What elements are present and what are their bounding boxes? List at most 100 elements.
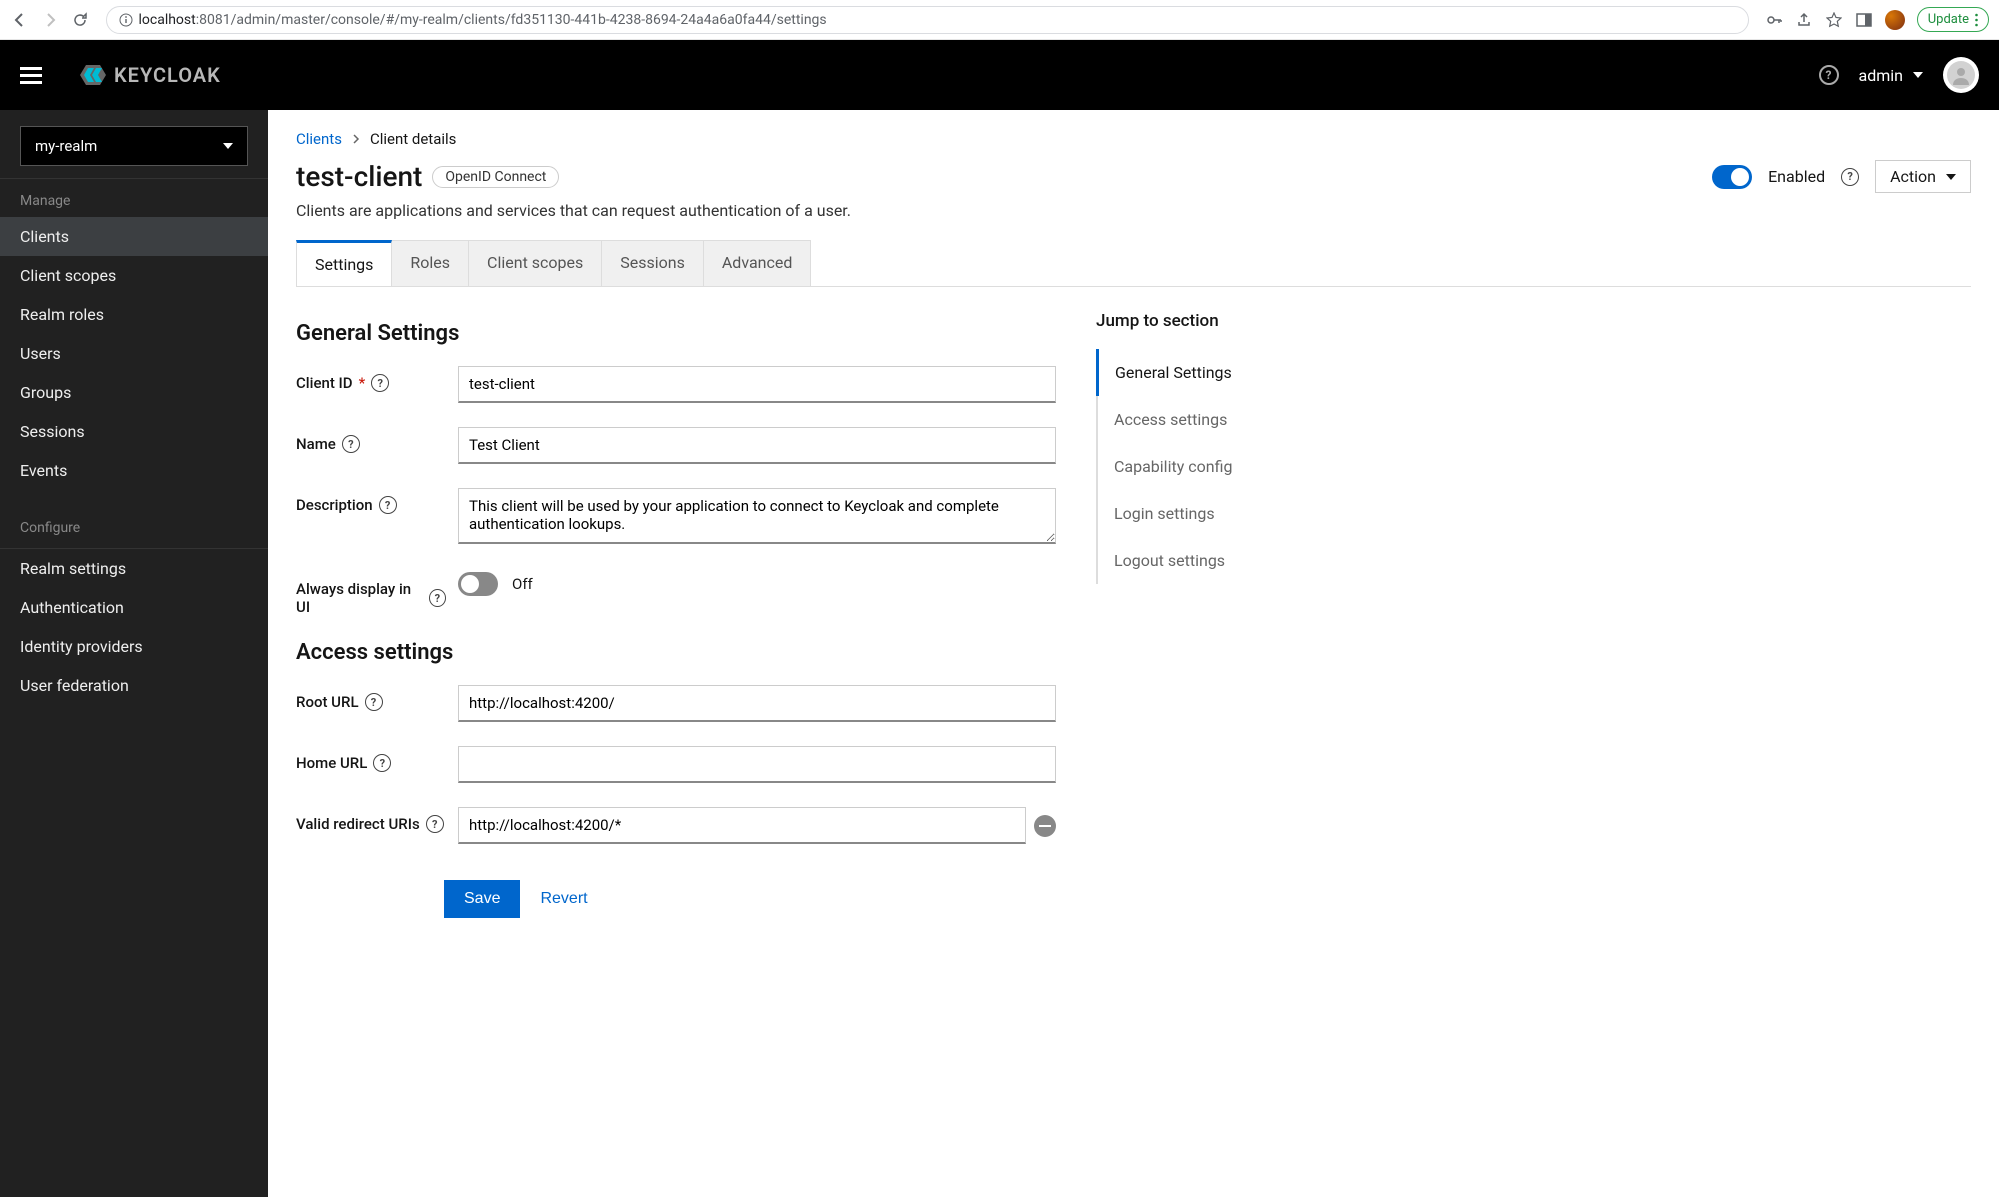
star-icon[interactable] [1825,11,1843,29]
key-icon[interactable] [1765,11,1783,29]
jump-access[interactable]: Access settings [1098,396,1356,443]
chevron-down-icon [1946,174,1956,180]
root-url-input[interactable] [458,685,1056,722]
main-content: Clients Client details test-client OpenI… [268,110,1999,1197]
page-title: test-client OpenID Connect [296,160,559,193]
user-dropdown[interactable]: admin [1859,66,1923,85]
sidebar-section-configure: Configure [0,506,268,544]
sidebar: my-realm Manage Clients Client scopes Re… [0,110,268,1197]
description-input[interactable] [458,488,1056,544]
sidebar-item-sessions[interactable]: Sessions [0,412,268,451]
enabled-toggle[interactable] [1712,165,1752,189]
jump-login[interactable]: Login settings [1098,490,1356,537]
forward-button[interactable] [40,10,60,30]
profile-avatar-icon[interactable] [1885,10,1905,30]
description-label: Description [296,496,373,514]
back-button[interactable] [10,10,30,30]
sidebar-section-manage: Manage [0,179,268,217]
chevron-down-icon [223,143,233,149]
chrome-right: Update [1765,7,1989,32]
tab-roles[interactable]: Roles [392,240,469,286]
client-name: test-client [296,160,422,193]
breadcrumb-current: Client details [370,130,456,148]
required-indicator: * [359,374,366,392]
app-header: KEYCLOAK ? admin [0,40,1999,110]
sidebar-item-user-federation[interactable]: User federation [0,666,268,705]
sidebar-item-users[interactable]: Users [0,334,268,373]
jump-logout[interactable]: Logout settings [1098,537,1356,584]
update-label: Update [1928,12,1969,27]
info-icon [117,11,135,29]
protocol-badge: OpenID Connect [432,166,559,188]
sidebar-item-identity-providers[interactable]: Identity providers [0,627,268,666]
tab-advanced[interactable]: Advanced [704,240,812,286]
root-url-label: Root URL [296,693,359,711]
sidebar-item-clients[interactable]: Clients [0,217,268,256]
browser-update-button[interactable]: Update [1917,7,1989,32]
panel-icon[interactable] [1855,11,1873,29]
client-id-input[interactable] [458,366,1056,403]
tab-sessions[interactable]: Sessions [602,240,704,286]
sidebar-item-groups[interactable]: Groups [0,373,268,412]
jump-general[interactable]: General Settings [1096,349,1356,396]
url-bar[interactable]: localhost:8081/admin/master/console/#/my… [106,6,1749,34]
url-host: localhost [138,12,195,28]
section-access-title: Access settings [296,640,1056,665]
valid-redirect-input[interactable] [458,807,1026,844]
help-icon[interactable]: ? [426,815,444,833]
action-label: Action [1890,167,1936,186]
sidebar-item-authentication[interactable]: Authentication [0,588,268,627]
url-path: :8081/admin/master/console/#/my-realm/cl… [196,12,827,28]
page-description: Clients are applications and services th… [296,201,1692,220]
help-icon[interactable]: ? [1819,65,1839,85]
help-icon[interactable]: ? [379,496,397,514]
jump-title: Jump to section [1096,311,1356,331]
breadcrumb-root[interactable]: Clients [296,130,342,148]
valid-redirect-label: Valid redirect URIs [296,815,420,833]
keycloak-logo-icon [78,60,108,90]
share-icon[interactable] [1795,11,1813,29]
breadcrumb: Clients Client details [296,130,1971,148]
jump-capability[interactable]: Capability config [1098,443,1356,490]
sidebar-item-client-scopes[interactable]: Client scopes [0,256,268,295]
name-label: Name [296,435,336,453]
jump-nav: Jump to section General Settings Access … [1096,311,1356,930]
action-dropdown[interactable]: Action [1875,160,1971,193]
name-input[interactable] [458,427,1056,464]
section-general-title: General Settings [296,321,1056,346]
avatar[interactable] [1943,57,1979,93]
client-id-label: Client ID [296,374,353,392]
reload-button[interactable] [70,10,90,30]
revert-button[interactable]: Revert [540,880,587,918]
nav-toggle-button[interactable] [20,67,42,84]
always-display-toggle[interactable] [458,572,498,596]
tab-settings[interactable]: Settings [296,240,392,286]
save-button[interactable]: Save [444,880,520,918]
help-icon[interactable]: ? [1841,168,1859,186]
logo-text: KEYCLOAK [114,63,221,87]
realm-selected-label: my-realm [35,137,97,155]
help-icon[interactable]: ? [342,435,360,453]
chevron-down-icon [1913,72,1923,78]
sidebar-item-realm-settings[interactable]: Realm settings [0,549,268,588]
logo[interactable]: KEYCLOAK [78,60,221,90]
home-url-input[interactable] [458,746,1056,783]
realm-selector[interactable]: my-realm [20,126,248,166]
sidebar-item-realm-roles[interactable]: Realm roles [0,295,268,334]
help-icon[interactable]: ? [429,589,446,607]
help-icon[interactable]: ? [373,754,391,772]
sidebar-item-events[interactable]: Events [0,451,268,490]
browser-chrome: localhost:8081/admin/master/console/#/my… [0,0,1999,40]
home-url-label: Home URL [296,754,367,772]
enabled-label: Enabled [1768,167,1825,186]
remove-uri-button[interactable] [1034,815,1056,837]
avatar-icon [1947,61,1975,89]
help-icon[interactable]: ? [371,374,389,392]
help-icon[interactable]: ? [365,693,383,711]
always-display-state: Off [512,575,533,593]
tab-client-scopes[interactable]: Client scopes [469,240,602,286]
chevron-right-icon [352,134,360,144]
tabs: Settings Roles Client scopes Sessions Ad… [296,240,1971,287]
always-display-label: Always display in UI [296,580,423,616]
user-label: admin [1859,66,1903,85]
